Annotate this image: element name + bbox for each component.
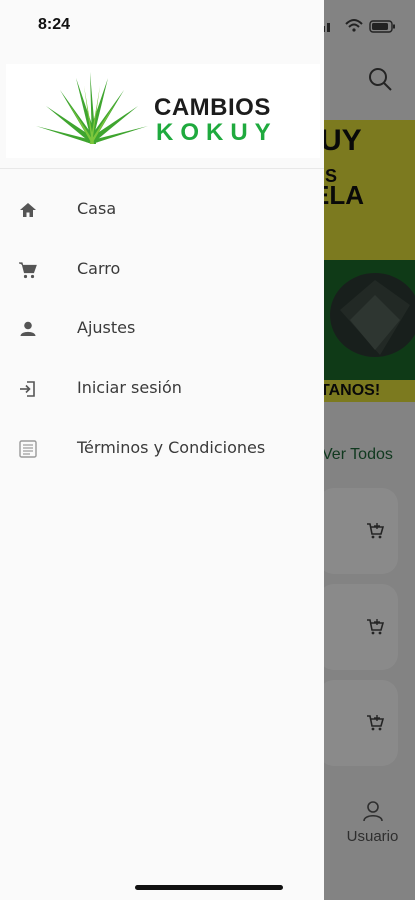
menu-item-terminos[interactable]: Términos y Condiciones bbox=[0, 423, 324, 475]
home-icon bbox=[20, 203, 36, 217]
menu-item-label: Iniciar sesión bbox=[77, 378, 182, 397]
menu-item-casa[interactable]: Casa bbox=[0, 184, 324, 236]
menu-item-label: Ajustes bbox=[77, 318, 136, 337]
menu-item-label: Carro bbox=[77, 259, 121, 278]
brand-logo: CAMBIOS KOKUY bbox=[6, 64, 320, 158]
status-bar-icons bbox=[322, 19, 395, 33]
menu-item-carro[interactable]: Carro bbox=[0, 244, 324, 296]
menu-item-ajustes[interactable]: Ajustes bbox=[0, 303, 324, 355]
home-indicator[interactable] bbox=[135, 885, 283, 890]
login-icon bbox=[20, 381, 35, 397]
document-icon bbox=[19, 440, 37, 458]
menu-item-iniciar-sesion[interactable]: Iniciar sesión bbox=[0, 363, 324, 415]
status-time: 8:24 bbox=[38, 16, 71, 33]
menu-item-label: Términos y Condiciones bbox=[77, 438, 266, 457]
menu-item-label: Casa bbox=[77, 199, 117, 218]
cart-icon bbox=[19, 262, 37, 279]
brand-name-line2: KOKUY bbox=[156, 119, 278, 146]
agave-logo-icon bbox=[36, 72, 148, 144]
person-icon bbox=[20, 321, 36, 336]
drawer-divider bbox=[0, 168, 324, 169]
brand-name-line1: CAMBIOS bbox=[154, 94, 271, 121]
navigation-drawer: 8:24 CAMBIOS KOKUY Casa Carro Ajustes In… bbox=[0, 0, 324, 900]
